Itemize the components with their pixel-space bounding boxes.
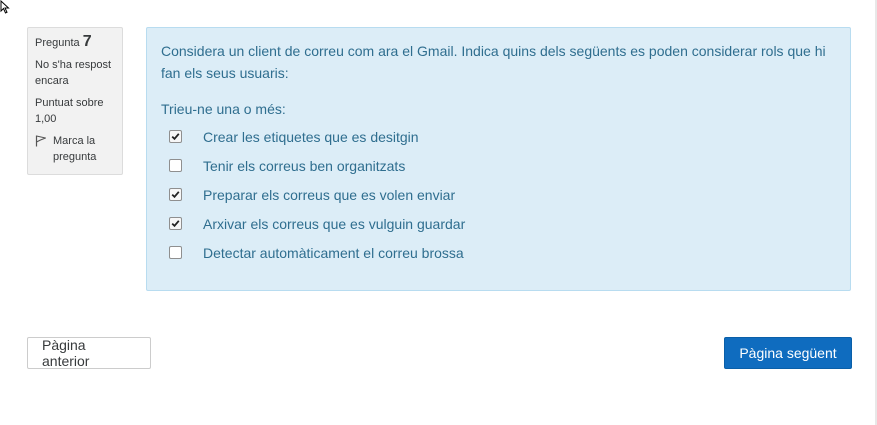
question-text: Considera un client de correu com ara el… — [161, 43, 826, 81]
answer-label[interactable]: Preparar els correus que es volen enviar — [203, 187, 455, 203]
answer-checkbox[interactable] — [169, 217, 182, 230]
answer-list: Crear les etiquetes que es desitgin Teni… — [161, 122, 836, 267]
question-label: Pregunta — [35, 37, 80, 49]
question-score: Puntuat sobre 1,00 — [35, 97, 104, 125]
answer-option[interactable]: Preparar els correus que es volen enviar — [161, 180, 836, 209]
question-info-panel: Pregunta 7 No s'ha respost encara Puntua… — [27, 27, 123, 175]
answer-checkbox[interactable] — [169, 246, 182, 259]
checkmark-icon — [171, 191, 180, 199]
question-number: 7 — [82, 33, 92, 50]
answer-option[interactable]: Arxivar els correus que es vulguin guard… — [161, 209, 836, 238]
answer-checkbox[interactable] — [169, 159, 182, 172]
mouse-cursor-icon — [0, 0, 10, 14]
answer-label[interactable]: Arxivar els correus que es vulguin guard… — [203, 216, 465, 232]
checkmark-icon — [171, 220, 180, 228]
answer-option[interactable]: Detectar automàticament el correu brossa — [161, 238, 836, 267]
flag-question-link[interactable]: Marca la pregunta — [35, 133, 115, 165]
checkmark-icon — [171, 133, 180, 141]
question-status: No s'ha respost encara — [35, 59, 112, 87]
answer-prompt: Trieu-ne una o més: — [161, 101, 286, 117]
answer-label[interactable]: Tenir els correus ben organitzats — [203, 158, 405, 174]
question-content: Considera un client de correu com ara el… — [146, 27, 851, 291]
answer-checkbox[interactable] — [169, 188, 182, 201]
answer-label[interactable]: Crear les etiquetes que es desitgin — [203, 129, 419, 145]
question-number-heading: Pregunta 7 — [35, 34, 115, 51]
flag-icon — [35, 135, 46, 147]
answer-option[interactable]: Tenir els correus ben organitzats — [161, 151, 836, 180]
answer-label[interactable]: Detectar automàticament el correu brossa — [203, 245, 464, 261]
next-page-button[interactable]: Pàgina següent — [724, 337, 852, 369]
flag-question-label[interactable]: Marca la pregunta — [53, 133, 115, 165]
previous-page-button[interactable]: Pàgina anterior — [27, 337, 151, 369]
answer-option[interactable]: Crear les etiquetes que es desitgin — [161, 122, 836, 151]
answer-checkbox[interactable] — [169, 130, 182, 143]
